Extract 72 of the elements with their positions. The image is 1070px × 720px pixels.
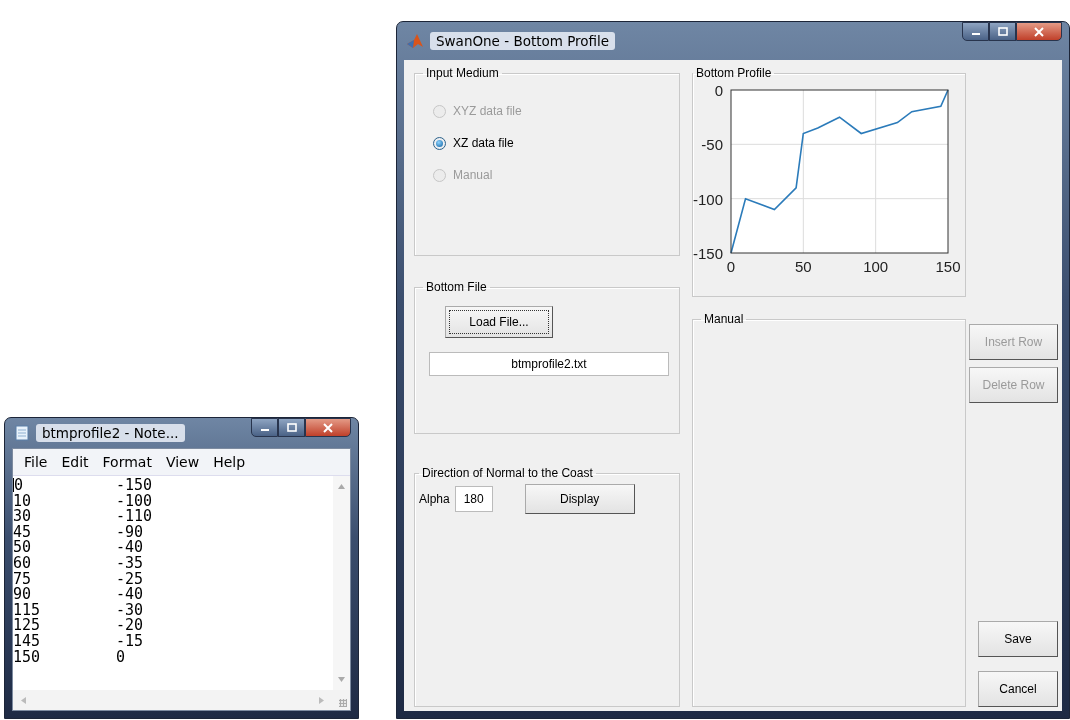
vertical-scrollbar[interactable] [333, 476, 350, 690]
text-line: 0 [116, 649, 127, 666]
panel-title: Bottom File [425, 280, 488, 294]
menu-item[interactable]: File [17, 454, 55, 470]
dialog-button[interactable]: Save [978, 621, 1058, 657]
text-line: 60 [13, 555, 33, 572]
radio-option[interactable]: XZ data file [433, 136, 514, 150]
alpha-field[interactable]: 180 [454, 486, 493, 512]
x-tick-label: 0 [726, 258, 736, 275]
y-tick-label: -50 [701, 136, 723, 154]
text-area[interactable]: 0 -150 10 -100 30 -110 45 -90 50 -40 60 -35 75 -25 90 -40 115 -30 125 -20 145 -15 150 0 [13, 476, 350, 690]
alpha-label: Alpha [419, 492, 450, 506]
text-line: -40 [116, 540, 145, 556]
menu-item[interactable]: Format [95, 454, 159, 470]
y-tick-label: -150 [692, 245, 723, 262]
x-tick-label: 50 [795, 258, 812, 275]
left-arrow-icon[interactable] [21, 696, 26, 704]
maximize-icon [286, 423, 297, 432]
load-file-button[interactable]: Load File... [445, 306, 553, 338]
x-tick-label: 100 [863, 258, 889, 275]
text-line: -90 [116, 524, 145, 541]
text-line: -110 [116, 509, 154, 525]
close-button[interactable] [1016, 22, 1062, 41]
down-arrow-icon[interactable] [338, 677, 345, 682]
menu-item[interactable]: View [158, 454, 207, 470]
display-button[interactable]: Display [524, 484, 635, 514]
text-line: 115 [13, 602, 42, 619]
y-tick-label: 0 [714, 82, 723, 99]
matlab-icon [406, 32, 424, 50]
panel-title: Direction of Normal to the Coast [421, 466, 594, 480]
x-tick-label: 150 [935, 258, 961, 275]
window-title: SwanOne - Bottom Profile [430, 32, 616, 50]
close-icon [323, 422, 333, 433]
text-line: 145 [13, 633, 42, 650]
text-line: 10 [13, 493, 33, 510]
dialog-button[interactable]: Cancel [978, 671, 1058, 707]
text-line: -40 [116, 587, 145, 603]
text-line: -15 [116, 633, 145, 650]
notepad-icon [14, 425, 30, 441]
text-line: 45 [13, 524, 33, 541]
text-line: -25 [116, 571, 145, 588]
text-line: 75 [13, 571, 33, 588]
text-line: -35 [116, 555, 145, 572]
up-arrow-icon[interactable] [338, 484, 345, 489]
maximize-button[interactable] [989, 22, 1016, 41]
close-icon [1034, 26, 1044, 37]
y-tick-label: -100 [692, 190, 723, 208]
horizontal-scrollbar[interactable] [13, 690, 350, 710]
text-line: 0 [13, 478, 25, 494]
panel-title: Bottom Profile [695, 66, 773, 80]
file-name-field[interactable]: btmprofile2.txt [429, 352, 669, 376]
text-line: 150 [13, 649, 42, 666]
panel-title: Input Medium [425, 66, 500, 80]
resize-grip-icon[interactable] [339, 699, 347, 707]
menu-item[interactable]: Edit [54, 454, 96, 470]
text-line: 90 [13, 587, 32, 603]
panel-title: Manual [703, 312, 745, 326]
text-line: -100 [116, 493, 154, 510]
maximize-icon [997, 27, 1008, 36]
menu-item[interactable]: Help [206, 454, 253, 470]
text-line: 50 [13, 540, 33, 556]
window-title: btmprofile2 - Note... [36, 424, 185, 442]
minimize-button[interactable] [962, 22, 989, 41]
close-button[interactable] [305, 418, 351, 437]
right-arrow-icon[interactable] [319, 696, 324, 704]
text-line: 30 [13, 509, 33, 525]
text-line: -150 [116, 478, 154, 494]
text-line: -20 [116, 618, 145, 634]
text-line: -30 [116, 602, 145, 619]
text-line: 125 [13, 618, 42, 634]
minimize-button[interactable] [251, 418, 278, 437]
maximize-button[interactable] [278, 418, 305, 437]
